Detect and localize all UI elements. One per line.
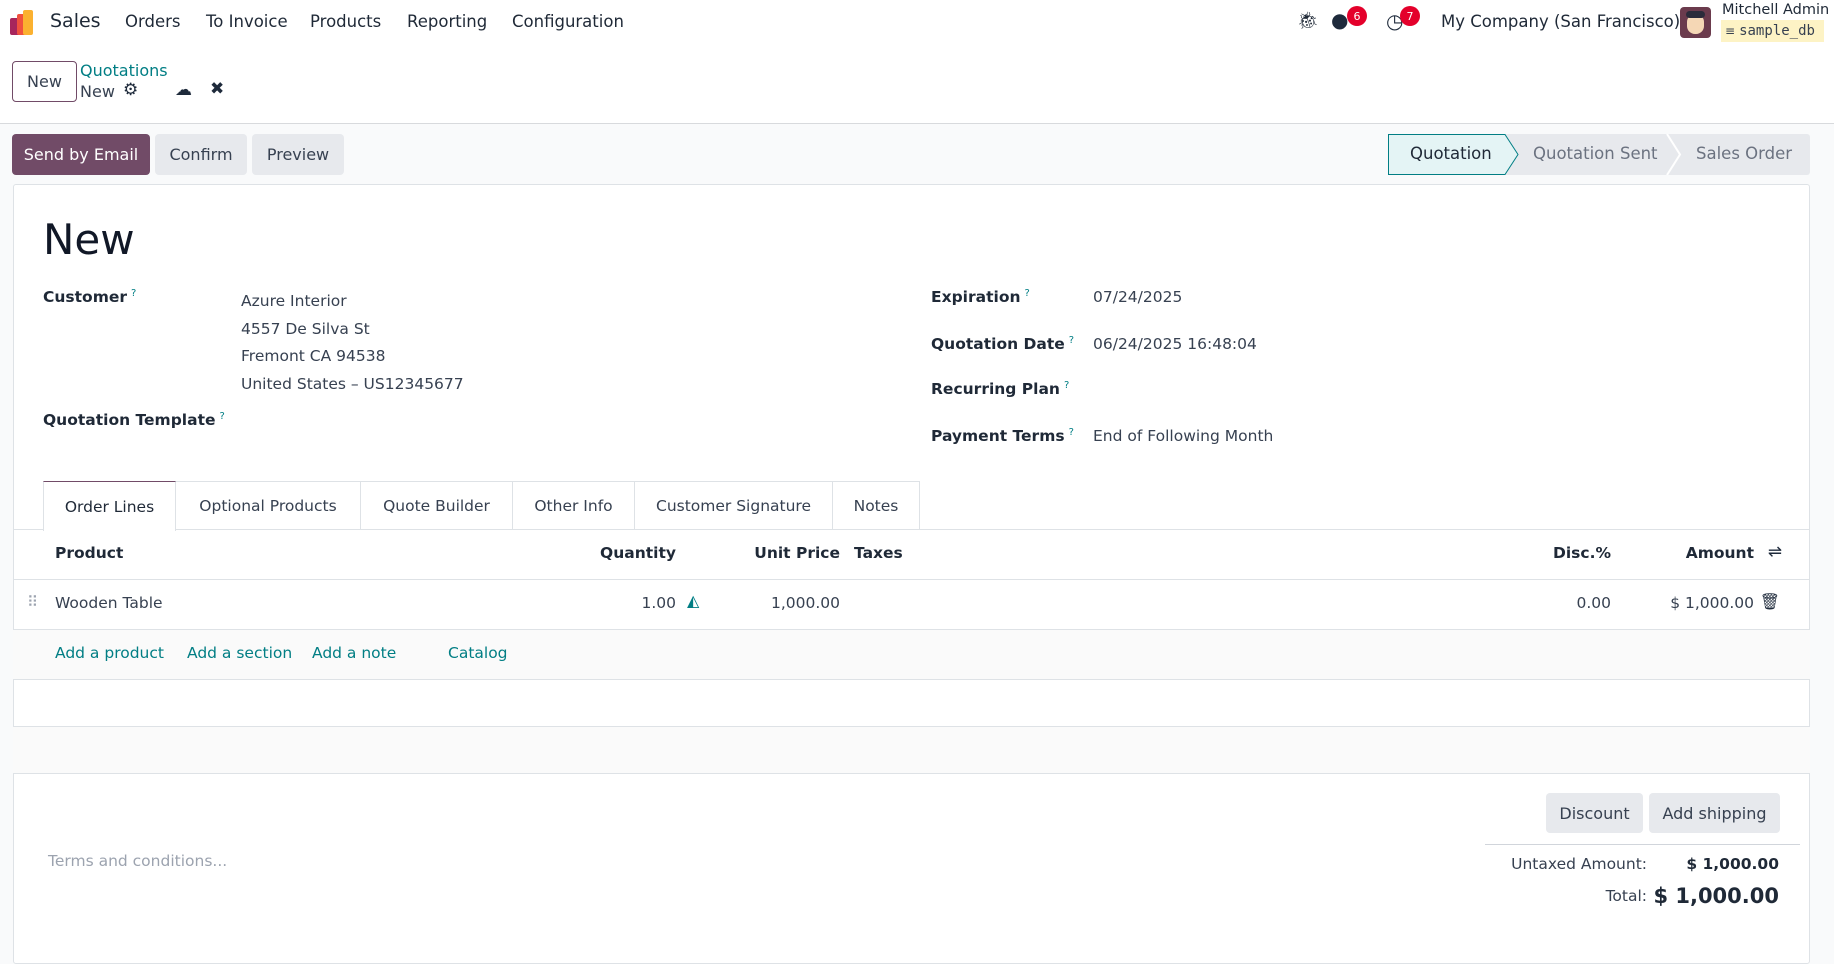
discount-cell[interactable]: 0.00 [1576, 594, 1611, 612]
table-header: Product Quantity Unit Price Taxes Disc.%… [13, 530, 1810, 580]
messages-badge: 6 [1347, 6, 1367, 26]
customer-name: Azure Interior [241, 292, 347, 310]
quotation-template-input[interactable] [241, 405, 881, 435]
sales-app-logo-icon[interactable] [10, 10, 34, 36]
terms-conditions-input[interactable]: Terms and conditions... [48, 852, 227, 870]
customer-label: Customer? [43, 288, 137, 307]
quotation-date-label: Quotation Date? [931, 335, 1075, 354]
control-panel: New Quotations New ⚙ ☁ ✖ [0, 46, 1834, 124]
delete-trash-icon[interactable]: 🗑︎ [1760, 592, 1780, 611]
total-value: $ 1,000.00 [1653, 884, 1779, 908]
add-section-link[interactable]: Add a section [187, 644, 292, 662]
add-line-row: Add a product Add a section Add a note C… [13, 630, 1810, 680]
unit-price-cell[interactable]: 1,000.00 [771, 594, 840, 612]
customer-country-vat: United States – US12345677 [241, 374, 464, 393]
quotation-template-label: Quotation Template? [43, 411, 225, 430]
tab-customer-signature[interactable]: Customer Signature [634, 481, 833, 530]
menu-orders[interactable]: Orders [125, 12, 181, 31]
table-row[interactable]: ⠿ Wooden Table 1.00 ◭ 1,000.00 0.00 $ 1,… [13, 580, 1810, 630]
user-avatar[interactable] [1680, 7, 1711, 38]
customer-street: 4557 De Silva St [241, 319, 370, 338]
menu-reporting[interactable]: Reporting [407, 12, 487, 31]
confirm-button[interactable]: Confirm [155, 134, 247, 175]
col-unit-price[interactable]: Unit Price [754, 544, 840, 562]
add-note-link[interactable]: Add a note [312, 644, 396, 662]
add-shipping-button[interactable]: Add shipping [1649, 793, 1780, 833]
untaxed-amount-value: $ 1,000.00 [1686, 855, 1779, 873]
status-quotation[interactable]: Quotation [1410, 144, 1492, 163]
gear-icon[interactable]: ⚙ [123, 80, 138, 100]
database-badge: ≡ sample_db [1721, 20, 1824, 42]
customer-city: Fremont CA 94538 [241, 347, 386, 365]
customer-field[interactable]: Azure Interior 4557 De Silva St Fremont … [241, 288, 464, 398]
col-product[interactable]: Product [55, 544, 123, 562]
user-name[interactable]: Mitchell Admin [1722, 2, 1829, 18]
discount-button[interactable]: Discount [1546, 793, 1643, 833]
record-title: New [43, 215, 135, 264]
new-record-button[interactable]: New [12, 61, 77, 102]
breadcrumb-quotations[interactable]: Quotations [80, 61, 168, 80]
empty-row [13, 727, 1810, 774]
product-cell[interactable]: Wooden Table [55, 594, 163, 612]
col-discount[interactable]: Disc.% [1553, 544, 1611, 562]
quantity-cell[interactable]: 1.00 [641, 594, 676, 612]
amount-cell: $ 1,000.00 [1670, 594, 1754, 612]
totals-divider [1485, 844, 1800, 845]
top-navbar: Sales Orders To Invoice Products Reporti… [0, 0, 1834, 46]
catalog-link[interactable]: Catalog [448, 644, 508, 662]
recurring-plan-input[interactable] [1093, 374, 1693, 404]
database-icon: ≡ [1725, 24, 1736, 38]
status-quotation-sent[interactable]: Quotation Sent [1533, 144, 1658, 163]
breadcrumb-current: New [80, 82, 115, 101]
menu-products[interactable]: Products [310, 12, 381, 31]
app-name[interactable]: Sales [50, 10, 101, 32]
status-bar: Quotation Quotation Sent Sales Order [1388, 134, 1810, 175]
tab-other-info[interactable]: Other Info [512, 481, 635, 530]
tab-optional-products[interactable]: Optional Products [175, 481, 361, 530]
messages-icon[interactable]: ● [1331, 8, 1348, 32]
col-taxes[interactable]: Taxes [854, 544, 903, 562]
activities-badge: 7 [1400, 6, 1420, 26]
discard-close-icon[interactable]: ✖ [210, 79, 224, 99]
empty-row [13, 680, 1810, 727]
col-amount[interactable]: Amount [1686, 544, 1754, 562]
total-label: Total: [1605, 887, 1647, 905]
payment-terms-label: Payment Terms? [931, 427, 1074, 446]
menu-to-invoice[interactable]: To Invoice [206, 12, 288, 31]
company-switcher[interactable]: My Company (San Francisco) [1441, 12, 1680, 31]
menu-configuration[interactable]: Configuration [512, 12, 624, 31]
recurring-plan-label: Recurring Plan? [931, 380, 1070, 399]
drag-handle-icon[interactable]: ⠿ [27, 593, 38, 611]
save-cloud-icon[interactable]: ☁ [175, 80, 192, 100]
quotation-date-input[interactable]: 06/24/2025 16:48:04 [1093, 335, 1257, 353]
status-sales-order[interactable]: Sales Order [1696, 144, 1792, 163]
forecast-chart-icon[interactable]: ◭ [687, 591, 699, 610]
tab-notes[interactable]: Notes [832, 481, 920, 530]
tab-quote-builder[interactable]: Quote Builder [360, 481, 513, 530]
col-quantity[interactable]: Quantity [600, 544, 676, 562]
send-by-email-button[interactable]: Send by Email [12, 134, 150, 175]
preview-button[interactable]: Preview [252, 134, 344, 175]
debug-bug-icon[interactable]: 🐞︎ [1297, 11, 1319, 31]
tab-order-lines[interactable]: Order Lines [43, 481, 176, 531]
expiration-label: Expiration? [931, 288, 1030, 307]
expiration-input[interactable]: 07/24/2025 [1093, 288, 1182, 306]
database-name: sample_db [1739, 23, 1815, 39]
payment-terms-input[interactable]: End of Following Month [1093, 427, 1273, 445]
untaxed-amount-label: Untaxed Amount: [1511, 855, 1647, 873]
optional-columns-icon[interactable]: ⇌ [1768, 542, 1782, 562]
add-product-link[interactable]: Add a product [55, 644, 164, 662]
